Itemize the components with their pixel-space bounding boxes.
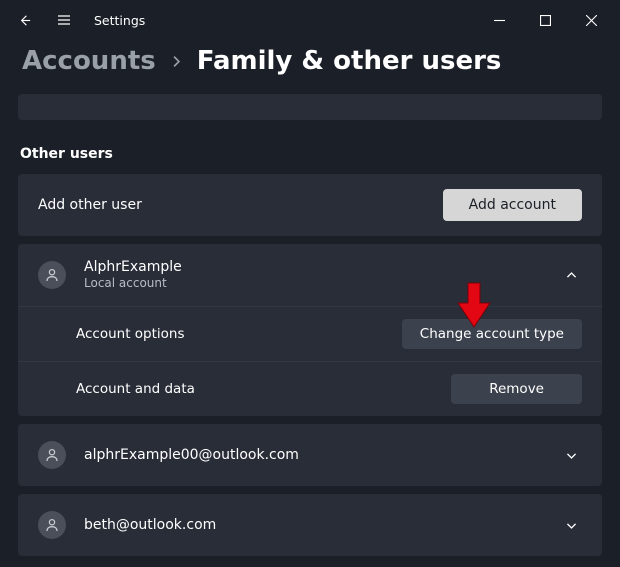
close-icon [586,15,597,26]
hamburger-icon [56,12,72,28]
chevron-up-icon [565,269,578,282]
expand-toggle[interactable] [560,449,582,462]
user-row-beth[interactable]: beth@outlook.com [18,494,602,556]
maximize-icon [540,15,551,26]
chevron-down-icon [565,449,578,462]
person-icon [44,447,60,463]
close-button[interactable] [568,0,614,40]
titlebar: Settings [0,0,620,40]
person-icon [44,517,60,533]
add-account-button[interactable]: Add account [443,189,582,221]
window-title: Settings [94,13,145,28]
minimize-icon [494,15,505,26]
placeholder-card [18,94,602,120]
user-row-alphrexample00[interactable]: alphrExample00@outlook.com [18,424,602,486]
arrow-left-icon [17,13,32,28]
person-icon [44,267,60,283]
breadcrumb-parent[interactable]: Accounts [22,46,156,76]
maximize-button[interactable] [522,0,568,40]
user-panel-alphrexample: AlphrExample Local account Account optio… [18,244,602,416]
menu-button[interactable] [46,0,82,40]
user-name: AlphrExample [84,258,560,276]
avatar [38,441,66,469]
minimize-button[interactable] [476,0,522,40]
breadcrumb: Accounts Family & other users [0,40,620,94]
user-name: beth@outlook.com [84,516,560,534]
avatar [38,261,66,289]
remove-button[interactable]: Remove [451,374,582,404]
add-other-user-label: Add other user [38,197,443,213]
account-options-label: Account options [76,326,402,342]
back-button[interactable] [6,0,42,40]
breadcrumb-current: Family & other users [197,46,502,76]
user-panel-beth: beth@outlook.com [18,494,602,556]
avatar [38,511,66,539]
user-row-alphrexample[interactable]: AlphrExample Local account [18,244,602,306]
user-subtitle: Local account [84,276,560,292]
chevron-down-icon [565,519,578,532]
change-account-type-button[interactable]: Change account type [402,319,582,349]
add-other-user-panel: Add other user Add account [18,174,602,236]
user-name: alphrExample00@outlook.com [84,446,560,464]
chevron-right-icon [170,55,183,68]
section-title-other-users: Other users [20,146,600,162]
account-and-data-label: Account and data [76,381,451,397]
collapse-toggle[interactable] [560,269,582,282]
expand-toggle[interactable] [560,519,582,532]
window-controls [476,0,614,40]
user-panel-alphrexample00: alphrExample00@outlook.com [18,424,602,486]
